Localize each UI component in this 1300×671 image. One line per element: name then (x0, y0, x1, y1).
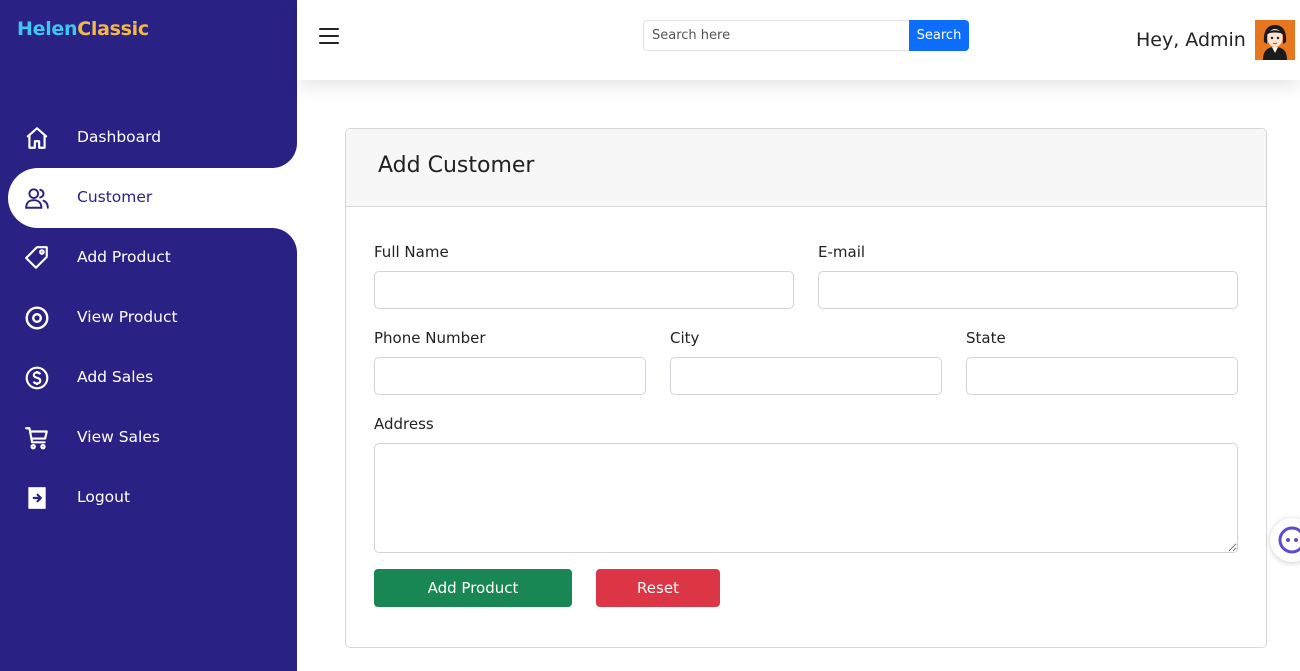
logout-icon (24, 485, 50, 511)
sidebar-item-dashboard[interactable]: Dashboard (0, 108, 297, 168)
sidebar-item-label: Add Product (77, 248, 171, 266)
sidebar-item-label: Logout (77, 488, 131, 506)
phone-number-label: Phone Number (374, 329, 486, 347)
city-input[interactable] (670, 357, 942, 395)
sidebar-item-add-product[interactable]: Add Product (0, 228, 297, 288)
brand-name-part1: Helen (17, 18, 78, 40)
brand-name-part2: Classic (77, 18, 149, 40)
full-name-label: Full Name (374, 243, 449, 261)
avatar[interactable] (1255, 20, 1295, 60)
cart-icon (24, 425, 50, 451)
eye-icon (24, 305, 50, 331)
user-greeting: Hey, Admin (1136, 29, 1246, 51)
sidebar-item-view-sales[interactable]: View Sales (0, 408, 297, 468)
home-icon (24, 125, 50, 151)
sidebar-nav: Dashboard Customer Add Product View Prod… (0, 108, 297, 528)
sidebar-item-view-product[interactable]: View Product (0, 288, 297, 348)
full-name-input[interactable] (374, 271, 794, 309)
page-title: Add Customer (378, 153, 535, 178)
sidebar-item-customer[interactable]: Customer (8, 168, 297, 228)
state-input[interactable] (966, 357, 1238, 395)
sidebar-item-label: View Product (77, 308, 178, 326)
chat-assistant-icon[interactable] (1270, 518, 1300, 562)
search-form: Search (643, 20, 969, 51)
email-input[interactable] (818, 271, 1238, 309)
sidebar: HelenClassic Dashboard Customer Add Prod… (0, 0, 297, 671)
sidebar-item-label: Customer (77, 188, 153, 206)
main-content: Add Customer Full Name E-mail Phone Numb… (297, 80, 1300, 671)
phone-number-input[interactable] (374, 357, 646, 395)
email-label: E-mail (818, 243, 866, 261)
topbar: Search Hey, Admin (297, 0, 1300, 80)
tag-icon (24, 245, 50, 271)
address-textarea[interactable] (374, 443, 1238, 553)
search-button[interactable]: Search (909, 20, 969, 51)
sidebar-item-logout[interactable]: Logout (0, 468, 297, 528)
coin-icon (24, 365, 50, 391)
address-label: Address (374, 415, 434, 433)
sidebar-item-label: Dashboard (77, 128, 162, 146)
sidebar-item-label: View Sales (77, 428, 160, 446)
menu-toggle-icon[interactable] (319, 28, 339, 48)
sidebar-item-add-sales[interactable]: Add Sales (0, 348, 297, 408)
add-product-button[interactable]: Add Product (374, 569, 572, 607)
search-input[interactable] (643, 20, 909, 51)
brand-logo[interactable]: HelenClassic (17, 18, 149, 40)
users-icon (24, 185, 50, 211)
add-customer-card: Add Customer Full Name E-mail Phone Numb… (345, 128, 1267, 648)
card-header: Add Customer (346, 129, 1266, 207)
sidebar-item-label: Add Sales (77, 368, 154, 386)
reset-button[interactable]: Reset (596, 569, 720, 607)
state-label: State (966, 329, 1006, 347)
city-label: City (670, 329, 700, 347)
